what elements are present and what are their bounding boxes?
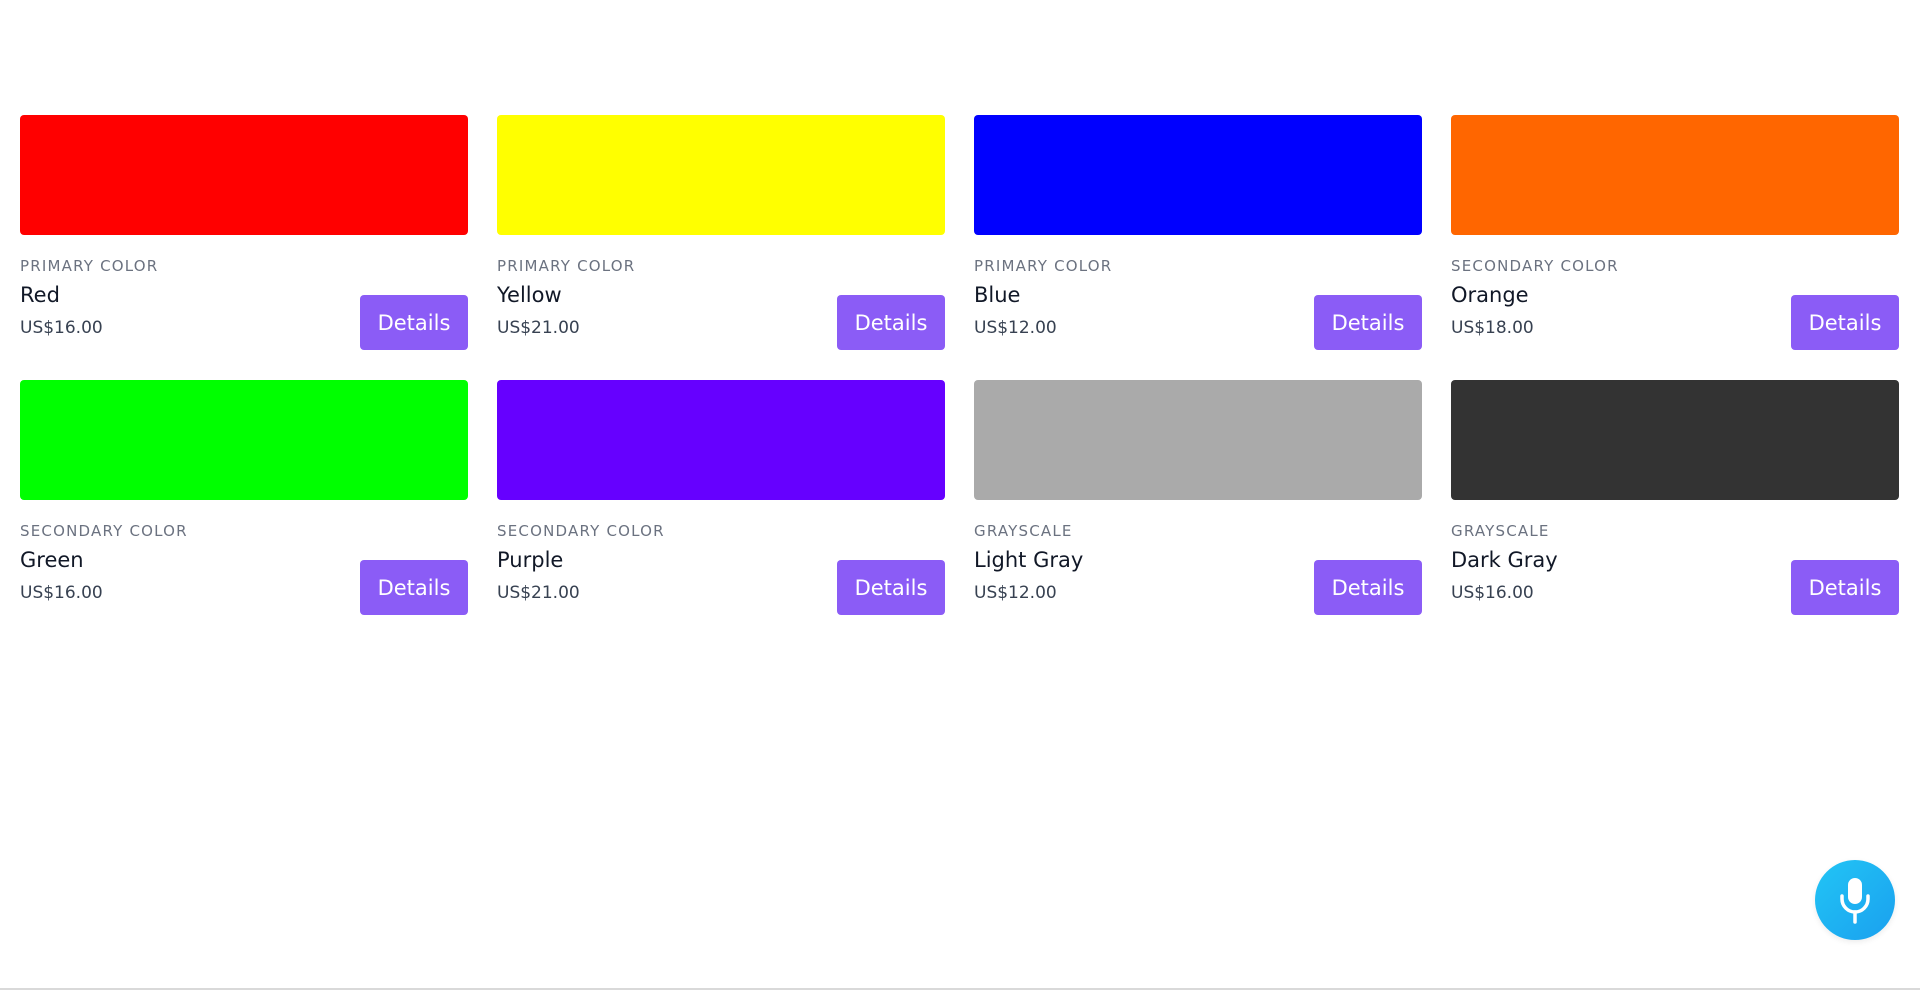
product-card: SECONDARY COLOR Purple US$21.00 Details: [497, 380, 945, 616]
product-card: GRAYSCALE Dark Gray US$16.00 Details: [1451, 380, 1899, 616]
product-category: PRIMARY COLOR: [497, 257, 636, 275]
voice-input-button[interactable]: [1815, 860, 1895, 940]
microphone-icon: [1840, 878, 1870, 924]
product-category: SECONDARY COLOR: [20, 522, 188, 540]
details-button[interactable]: Details: [1791, 295, 1899, 350]
product-card: GRAYSCALE Light Gray US$12.00 Details: [974, 380, 1422, 616]
product-category: GRAYSCALE: [1451, 522, 1550, 540]
details-button[interactable]: Details: [1314, 295, 1422, 350]
color-swatch: [974, 115, 1422, 235]
details-button[interactable]: Details: [360, 560, 468, 615]
page: PRIMARY COLOR Red US$16.00 Details PRIMA…: [0, 0, 1920, 991]
product-card: PRIMARY COLOR Yellow US$21.00 Details: [497, 115, 945, 351]
color-swatch: [1451, 380, 1899, 500]
details-button[interactable]: Details: [1791, 560, 1899, 615]
product-category: PRIMARY COLOR: [20, 257, 159, 275]
product-category: GRAYSCALE: [974, 522, 1073, 540]
product-grid: PRIMARY COLOR Red US$16.00 Details PRIMA…: [20, 115, 1899, 616]
details-button[interactable]: Details: [1314, 560, 1422, 615]
color-swatch: [1451, 115, 1899, 235]
product-category: SECONDARY COLOR: [1451, 257, 1619, 275]
color-swatch: [974, 380, 1422, 500]
page-bottom-border: [0, 988, 1920, 990]
color-swatch: [20, 380, 468, 500]
product-card: SECONDARY COLOR Green US$16.00 Details: [20, 380, 468, 616]
details-button[interactable]: Details: [360, 295, 468, 350]
product-category: PRIMARY COLOR: [974, 257, 1113, 275]
details-button[interactable]: Details: [837, 295, 945, 350]
details-button[interactable]: Details: [837, 560, 945, 615]
color-swatch: [20, 115, 468, 235]
product-card: SECONDARY COLOR Orange US$18.00 Details: [1451, 115, 1899, 351]
product-card: PRIMARY COLOR Red US$16.00 Details: [20, 115, 468, 351]
product-card: PRIMARY COLOR Blue US$12.00 Details: [974, 115, 1422, 351]
color-swatch: [497, 115, 945, 235]
product-category: SECONDARY COLOR: [497, 522, 665, 540]
color-swatch: [497, 380, 945, 500]
